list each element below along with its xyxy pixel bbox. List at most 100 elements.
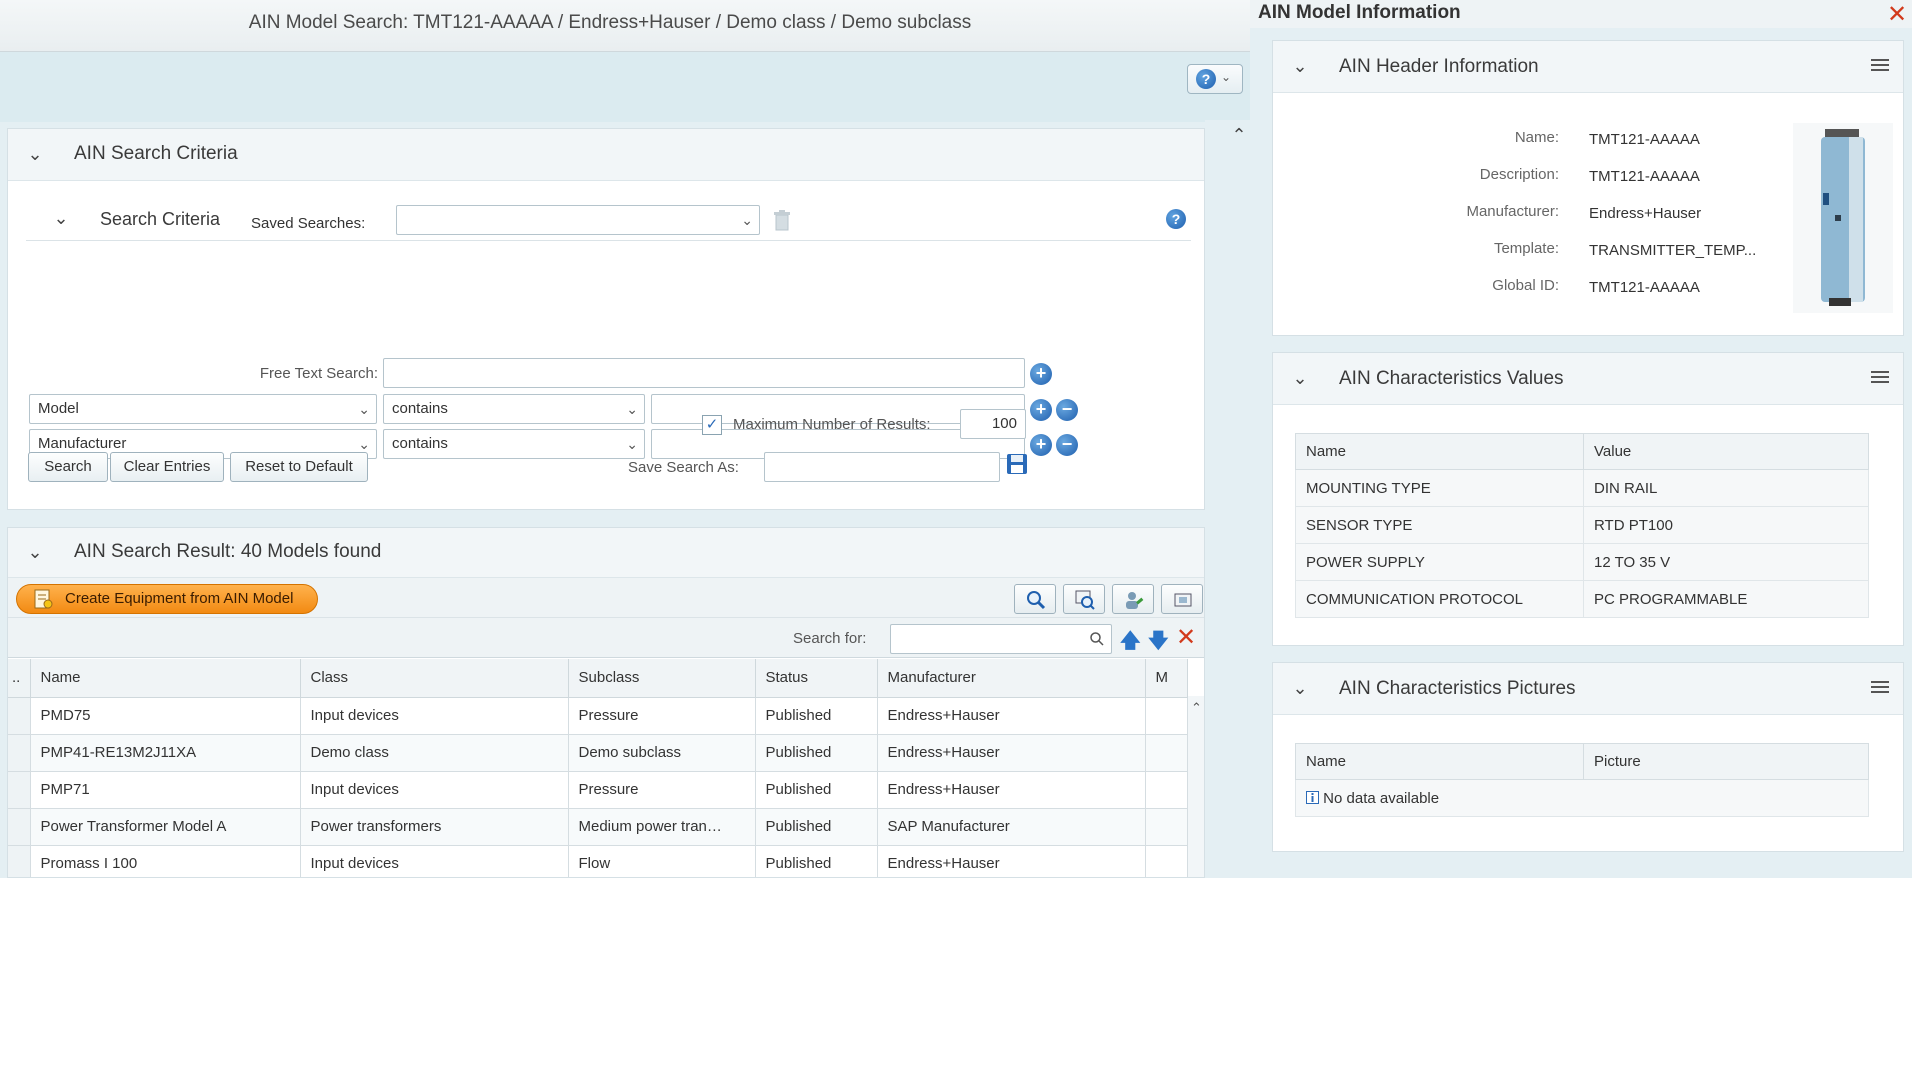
menu-icon[interactable] [1871, 681, 1889, 695]
table-scrollbar[interactable]: ⌃ [1188, 696, 1204, 877]
arrow-up-icon[interactable]: 🡅 [1120, 626, 1141, 660]
max-results-checkbox[interactable]: ✓ [702, 415, 722, 435]
criteria-operator-select-2[interactable]: contains ⌄ [383, 429, 645, 459]
close-icon[interactable]: ✕ [1887, 0, 1907, 29]
column-header-manufacturer[interactable]: Manufacturer [877, 659, 1146, 698]
user-settings-button[interactable] [1112, 584, 1154, 614]
search-icon[interactable] [1089, 631, 1105, 647]
column-header-m[interactable]: M [1145, 659, 1188, 698]
cell-class: Input devices [300, 771, 569, 809]
save-search-as-input[interactable] [764, 452, 1000, 482]
save-search-as-label: Save Search As: [628, 459, 739, 476]
table-row[interactable]: Power Transformer Model A Power transfor… [8, 808, 1188, 846]
scroll-up-icon[interactable]: ⌃ [1228, 124, 1250, 146]
page-scrollbar[interactable] [1205, 120, 1250, 878]
column-header-status[interactable]: Status [755, 659, 878, 698]
plus-icon[interactable]: + [1030, 434, 1052, 456]
criteria-operator-select-1[interactable]: contains ⌄ [383, 394, 645, 424]
column-header-name[interactable]: Name [1295, 743, 1584, 780]
chevron-down-icon[interactable]: ⌄ [24, 143, 46, 165]
table-header-row: Name Picture [1295, 743, 1869, 780]
menu-icon[interactable] [1871, 59, 1889, 73]
table-row[interactable]: PMD75 Input devices Pressure Published E… [8, 697, 1188, 735]
column-header-picture[interactable]: Picture [1583, 743, 1869, 780]
cell-value: PC PROGRAMMABLE [1583, 580, 1869, 618]
save-icon[interactable] [1006, 453, 1028, 475]
chevron-down-icon[interactable]: ⌄ [1289, 367, 1311, 389]
close-icon[interactable]: ✕ [1176, 623, 1196, 652]
column-header-name[interactable]: Name [1295, 433, 1584, 470]
characteristics-pictures-header[interactable]: ⌄ AIN Characteristics Pictures [1273, 663, 1903, 715]
plus-icon[interactable]: + [1030, 399, 1052, 421]
result-toolbar: Create Equipment from AIN Model [8, 578, 1204, 618]
result-panel-header[interactable]: ⌄ AIN Search Result: 40 Models found [8, 528, 1204, 578]
row-selector[interactable] [8, 734, 31, 772]
table-header-row: Name Value [1295, 433, 1869, 470]
clear-entries-button[interactable]: Clear Entries [110, 452, 224, 482]
table-row[interactable]: POWER SUPPLY 12 TO 35 V [1295, 543, 1869, 581]
minus-icon[interactable]: − [1056, 399, 1078, 421]
zoom-search-button[interactable] [1014, 584, 1056, 614]
table-row[interactable]: PMP71 Input devices Pressure Published E… [8, 771, 1188, 809]
arrow-down-icon[interactable]: 🡇 [1148, 626, 1169, 660]
column-header-value[interactable]: Value [1583, 433, 1869, 470]
chevron-down-icon[interactable]: ⌄ [24, 541, 46, 563]
row-selector[interactable] [8, 771, 31, 809]
table-row[interactable]: COMMUNICATION PROTOCOL PC PROGRAMMABLE [1295, 580, 1869, 618]
search-button[interactable]: Search [28, 452, 108, 482]
characteristics-values-table: Name Value MOUNTING TYPE DIN RAIL SENSOR… [1295, 433, 1869, 618]
free-text-label: Free Text Search: [259, 365, 378, 382]
criteria-panel-title: AIN Search Criteria [74, 143, 238, 164]
table-search-input[interactable] [890, 624, 1112, 654]
cell-manufacturer: Endress+Hauser [877, 845, 1146, 877]
select-all-column[interactable]: .. [8, 659, 31, 698]
help-menu-button[interactable]: ? ⌄ [1187, 64, 1243, 94]
table-row[interactable]: Promass I 100 Input devices Flow Publish… [8, 845, 1188, 877]
scroll-up-icon[interactable]: ⌃ [1191, 700, 1202, 716]
row-selector[interactable] [8, 845, 31, 877]
characteristics-values-panel: ⌄ AIN Characteristics Values Name Value … [1272, 352, 1904, 646]
create-equipment-button[interactable]: Create Equipment from AIN Model [16, 584, 318, 614]
chevron-down-icon: ⌄ [741, 212, 753, 228]
menu-icon[interactable] [1871, 371, 1889, 385]
details-button[interactable] [1063, 584, 1105, 614]
settings-button[interactable] [1161, 584, 1203, 614]
cell-m [1145, 697, 1188, 735]
table-row[interactable]: PMP41-RE13M2J11XA Demo class Demo subcla… [8, 734, 1188, 772]
product-image [1793, 123, 1893, 313]
table-row[interactable]: SENSOR TYPE RTD PT100 [1295, 506, 1869, 544]
chevron-down-icon[interactable]: ⌄ [1289, 55, 1311, 77]
max-results-input[interactable]: 100 [960, 409, 1026, 439]
cell-value: RTD PT100 [1583, 506, 1869, 544]
free-text-input[interactable] [383, 358, 1025, 388]
search-result-panel: ⌄ AIN Search Result: 40 Models found Cre… [7, 527, 1205, 878]
cell-manufacturer: Endress+Hauser [877, 697, 1146, 735]
table-row[interactable]: MOUNTING TYPE DIN RAIL [1295, 469, 1869, 507]
chevron-down-icon[interactable]: ⌄ [1289, 677, 1311, 699]
reset-to-default-button[interactable]: Reset to Default [230, 452, 368, 482]
row-selector[interactable] [8, 808, 31, 846]
criteria-field-select-1[interactable]: Model ⌄ [29, 394, 377, 424]
characteristics-values-title: AIN Characteristics Values [1339, 368, 1564, 389]
cell-class: Input devices [300, 845, 569, 877]
ain-model-search-window: AIN Model Search: TMT121-AAAAA / Endress… [0, 0, 1250, 878]
saved-searches-select[interactable]: ⌄ [396, 205, 760, 235]
chevron-down-icon[interactable]: ⌄ [50, 207, 72, 229]
column-header-subclass[interactable]: Subclass [568, 659, 756, 698]
column-header-name[interactable]: Name [30, 659, 301, 698]
criteria-panel-header[interactable]: ⌄ AIN Search Criteria [8, 129, 1204, 181]
field-value-manufacturer: Endress+Hauser [1589, 205, 1702, 222]
cell-subclass: Demo subclass [568, 734, 756, 772]
characteristics-values-header[interactable]: ⌄ AIN Characteristics Values [1273, 353, 1903, 405]
search-for-label: Search for: [793, 630, 867, 647]
cell-status: Published [755, 845, 878, 877]
chevron-down-icon: ⌄ [626, 436, 638, 452]
title-bar: AIN Model Search: TMT121-AAAAA / Endress… [0, 0, 1250, 52]
header-information-header[interactable]: ⌄ AIN Header Information [1273, 41, 1903, 93]
help-icon[interactable]: ? [1166, 209, 1186, 229]
column-header-class[interactable]: Class [300, 659, 569, 698]
row-selector[interactable] [8, 697, 31, 735]
plus-icon[interactable]: + [1030, 363, 1052, 385]
trash-icon[interactable] [773, 210, 791, 232]
minus-icon[interactable]: − [1056, 434, 1078, 456]
